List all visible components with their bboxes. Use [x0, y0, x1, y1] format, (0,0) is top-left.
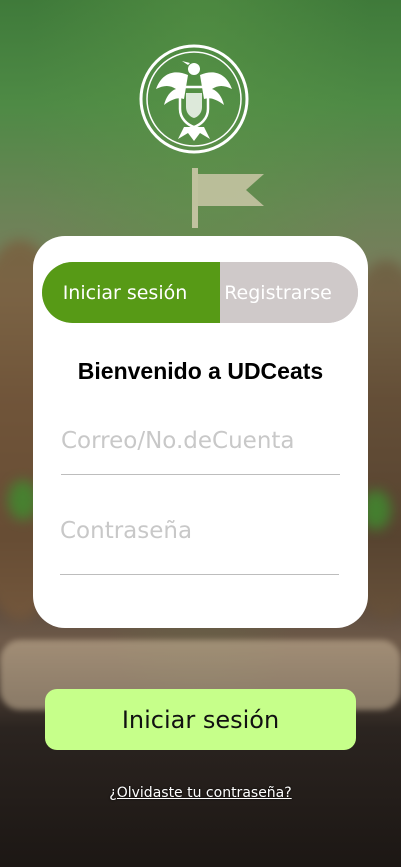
- password-field[interactable]: [60, 518, 339, 575]
- university-crest-icon: [139, 44, 249, 154]
- login-button[interactable]: Iniciar sesión: [45, 689, 356, 750]
- flag-pick-icon: [192, 168, 264, 228]
- tab-register[interactable]: Registrarse: [198, 262, 358, 323]
- tab-login[interactable]: Iniciar sesión: [42, 262, 220, 323]
- login-card: Registrarse Iniciar sesión Bienvenido a …: [33, 236, 368, 628]
- email-field[interactable]: [61, 428, 340, 475]
- login-screen: Registrarse Iniciar sesión Bienvenido a …: [0, 0, 401, 867]
- welcome-title: Bienvenido a UDCeats: [77, 358, 324, 384]
- auth-tabs: Registrarse Iniciar sesión: [42, 262, 358, 323]
- forgot-password-link[interactable]: ¿Olvidaste tu contraseña?: [0, 785, 401, 801]
